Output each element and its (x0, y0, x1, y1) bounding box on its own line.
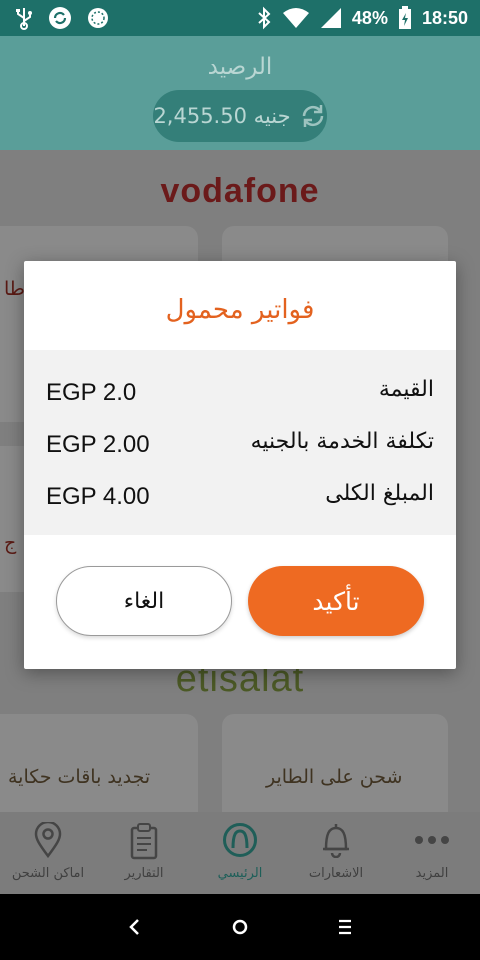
balance-title: الرصيد (207, 54, 273, 80)
recents-icon[interactable] (328, 910, 362, 944)
wifi-icon (282, 8, 309, 28)
row-value: EGP 2.00 (46, 431, 150, 458)
balance-pill[interactable]: 2,455.50 جنيه (153, 90, 327, 142)
sync-app-icon (49, 7, 71, 29)
confirm-button[interactable]: تأكيد (248, 566, 424, 636)
detail-row-service-fee: تكلفة الخدمة بالجنيه EGP 2.00 (46, 429, 434, 465)
operator-card-etisalat-right[interactable] (222, 714, 448, 812)
dialog-details: القيمة EGP 2.0 تكلفة الخدمة بالجنيه EGP … (24, 350, 456, 535)
clipboard-icon (130, 823, 158, 860)
detail-row-value: القيمة EGP 2.0 (46, 377, 434, 413)
row-value: EGP 2.0 (46, 379, 137, 406)
refresh-icon[interactable] (299, 102, 327, 130)
more-dots-icon (415, 836, 449, 844)
card-label-etisalat-left: تجديد باقات حكاية (8, 766, 151, 788)
nav-label: التقارير (124, 866, 164, 881)
cancel-button[interactable]: الغاء (56, 566, 232, 636)
balance-amount: 2,455.50 جنيه (153, 104, 291, 128)
card-label-etisalat-right: شحن على الطاير (266, 766, 403, 788)
nav-label: اماكن الشحن (11, 866, 85, 881)
clock: 18:50 (421, 7, 468, 28)
battery-percent: 48% (351, 7, 388, 28)
nav-label: المزيد (415, 866, 449, 881)
nav-item-notifications[interactable]: الاشعارات (288, 812, 384, 894)
back-icon[interactable] (118, 910, 152, 944)
signal-icon (320, 8, 341, 28)
vodafone-logo: vodafone (160, 172, 320, 210)
row-label: تكلفة الخدمة بالجنيه (250, 429, 434, 454)
home-logo-icon (223, 823, 257, 857)
bluetooth-icon (258, 6, 271, 30)
bell-icon (323, 824, 349, 858)
nav-label: الاشعارات (308, 866, 364, 881)
battery-charging-icon (398, 6, 411, 29)
nav-label-active: الرئيسي (217, 866, 263, 881)
detail-row-total: المبلغ الكلى EGP 4.00 (46, 481, 434, 517)
system-navigation-bar (0, 894, 480, 960)
nav-item-home[interactable]: الرئيسي (192, 812, 288, 894)
row-value: EGP 4.00 (46, 483, 150, 510)
status-bar: 48% 18:50 (0, 0, 480, 36)
confirmation-dialog: فواتير محمول القيمة EGP 2.0 تكلفة الخدمة… (24, 261, 456, 669)
card-label-partial: طا (4, 278, 25, 300)
balance-header: الرصيد 2,455.50 جنيه (0, 36, 480, 150)
nav-item-charging-locations[interactable]: اماكن الشحن (0, 812, 96, 894)
nav-item-more[interactable]: المزيد (384, 812, 480, 894)
nav-item-reports[interactable]: التقارير (96, 812, 192, 894)
row-label: القيمة (378, 377, 434, 402)
card-label-partial: ج (4, 532, 17, 554)
dialog-title: فواتير محمول (165, 295, 315, 325)
usb-icon (16, 8, 32, 30)
bottom-navigation: اماكن الشحن التقارير الرئيسي الاشعارات ا… (0, 812, 480, 894)
globe-app-icon (88, 8, 108, 28)
home-circle-icon[interactable] (223, 910, 257, 944)
row-label: المبلغ الكلى (325, 481, 434, 506)
operator-card-etisalat-left[interactable] (0, 714, 198, 812)
location-pin-icon (34, 822, 62, 858)
